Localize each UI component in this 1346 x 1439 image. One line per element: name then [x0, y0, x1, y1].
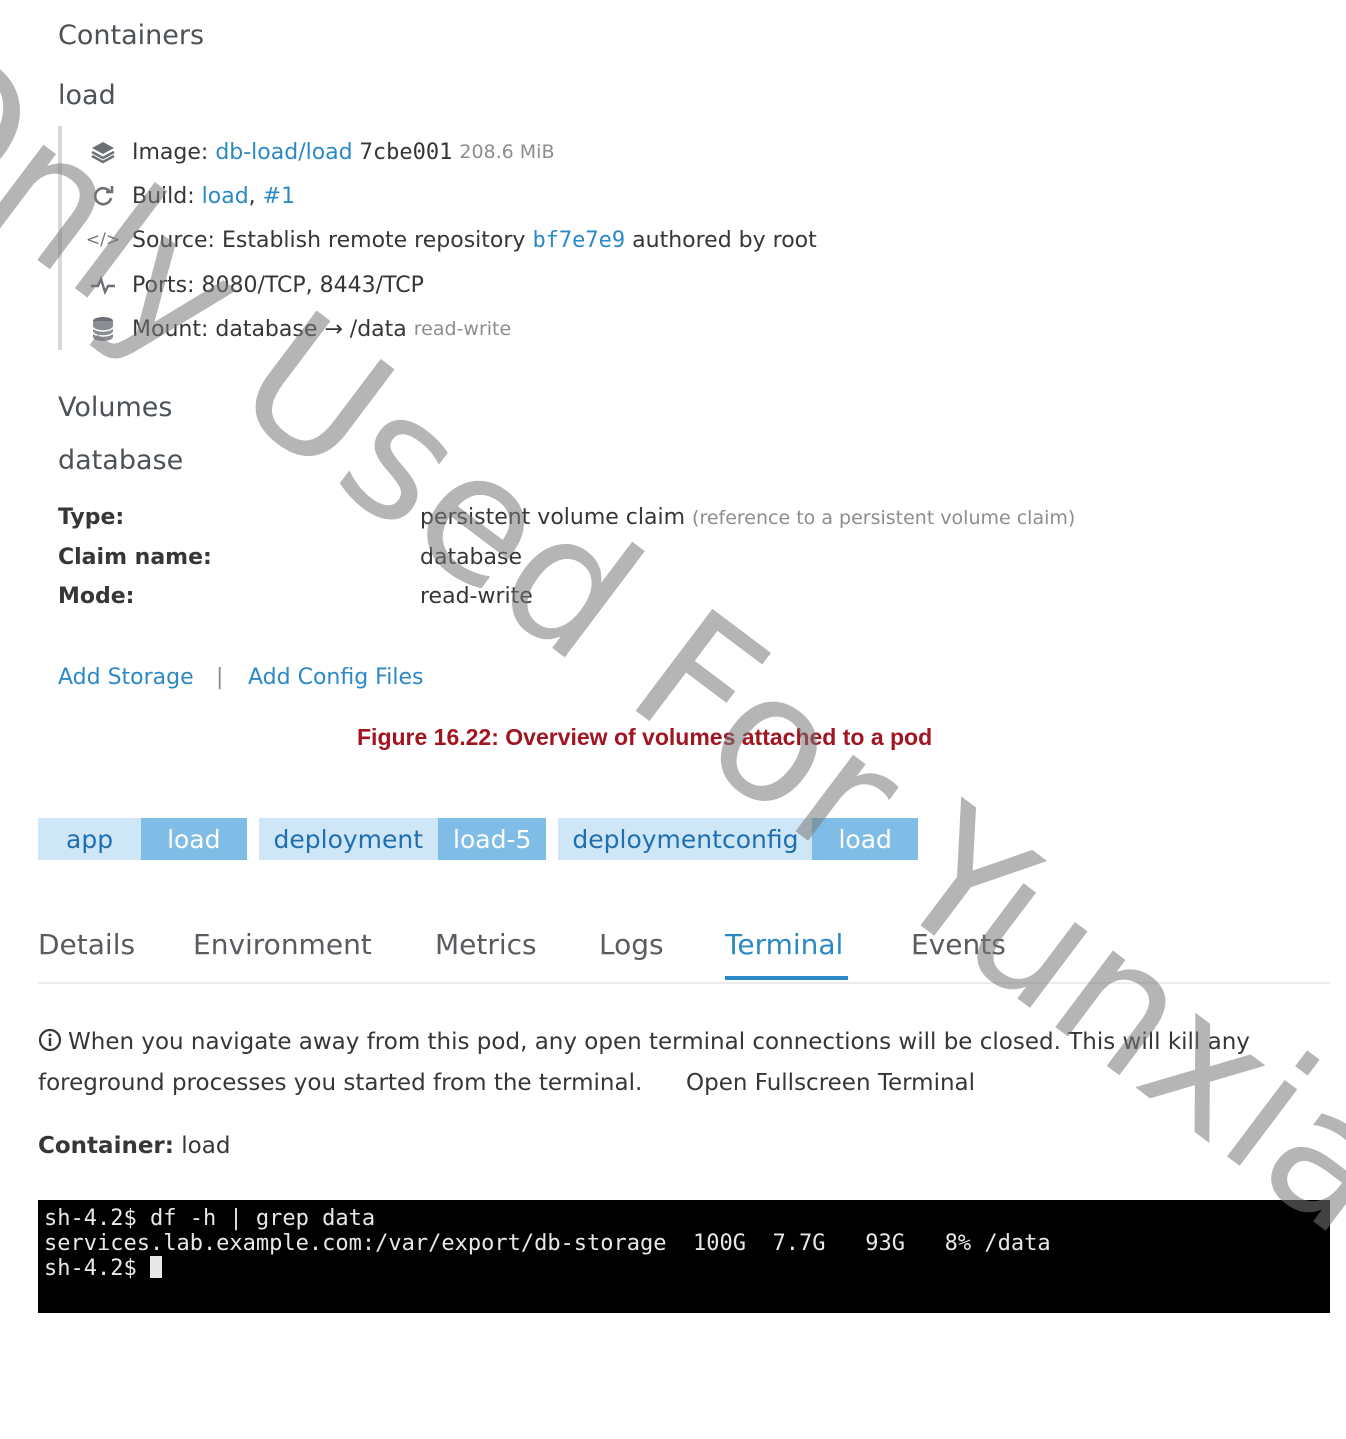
source-row: </> Source: Establish remote repository … — [85, 225, 817, 255]
ports-value: 8080/TCP, 8443/TCP — [201, 272, 424, 298]
ports-row: Ports: 8080/TCP, 8443/TCP — [88, 270, 424, 300]
label-key: deployment — [258, 818, 439, 860]
label-deployment[interactable]: deployment load-5 — [258, 818, 547, 860]
image-size: 208.6 MiB — [459, 141, 555, 163]
container-select-value[interactable]: load — [181, 1133, 230, 1159]
build-separator: , — [248, 183, 256, 209]
mount-row: Mount: database → /data read-write — [88, 314, 511, 344]
terminal-line: sh-4.2$ df -h | grep data — [44, 1206, 376, 1231]
claim-name-link[interactable]: database — [420, 545, 522, 570]
tab-environment[interactable]: Environment — [193, 928, 372, 961]
ports-label: Ports: — [132, 272, 195, 298]
pod-labels: app load deployment load-5 deploymentcon… — [38, 818, 918, 860]
notice-line-2: foreground processes you started from th… — [38, 1070, 643, 1096]
add-config-files-link[interactable]: Add Config Files — [248, 665, 423, 690]
label-value: load-5 — [438, 818, 547, 860]
label-value: load — [141, 818, 247, 860]
refresh-icon — [88, 184, 118, 208]
label-value: load — [812, 818, 918, 860]
claim-name-label: Claim name: — [58, 545, 212, 570]
tab-details[interactable]: Details — [38, 928, 135, 961]
layers-icon — [88, 140, 118, 164]
container-selector[interactable]: Container: load — [38, 1133, 230, 1159]
terminal-console[interactable]: sh-4.2$ df -h | grep data services.lab.e… — [38, 1200, 1330, 1313]
build-row: Build: load , #1 — [88, 181, 295, 211]
mode-value: read-write — [420, 584, 533, 609]
build-number-link[interactable]: #1 — [263, 184, 295, 209]
label-key: app — [38, 818, 142, 860]
terminal-prompt: sh-4.2$ — [44, 1256, 150, 1281]
mount-label: Mount: — [132, 316, 209, 342]
add-storage-link[interactable]: Add Storage — [58, 665, 194, 690]
terminal-cursor — [149, 1256, 162, 1278]
container-name: load — [58, 80, 116, 111]
source-author: authored by root — [632, 227, 817, 253]
code-icon: </> — [85, 230, 121, 250]
volumes-heading: Volumes — [58, 392, 173, 423]
label-key: deploymentconfig — [558, 818, 813, 860]
pulse-icon — [88, 275, 118, 295]
figure-caption: Figure 16.22: Overview of volumes attach… — [357, 724, 933, 750]
volume-name: database — [58, 445, 184, 476]
mount-value: database → /data — [215, 316, 407, 342]
mount-mode: read-write — [413, 318, 512, 340]
info-icon — [38, 1028, 62, 1058]
tab-metrics[interactable]: Metrics — [435, 928, 537, 961]
label-deploymentconfig[interactable]: deploymentconfig load — [558, 818, 918, 860]
container-details: Image: db-load/load 7cbe001 208.6 MiB Bu… — [58, 126, 902, 350]
terminal-prompt-line: sh-4.2$ — [44, 1256, 162, 1281]
pod-tabs: Details Environment Metrics Logs Termina… — [38, 920, 1330, 984]
image-hash: 7cbe001 — [359, 139, 453, 165]
type-text: persistent volume claim — [420, 505, 686, 530]
type-note: (reference to a persistent volume claim) — [692, 507, 1076, 529]
mode-label: Mode: — [58, 584, 135, 609]
image-link[interactable]: db-load/load — [215, 140, 352, 165]
image-row: Image: db-load/load 7cbe001 208.6 MiB — [88, 137, 555, 167]
terminal-line: services.lab.example.com:/var/export/db-… — [44, 1231, 1051, 1256]
open-fullscreen-terminal-link[interactable]: Open Fullscreen Terminal — [686, 1070, 975, 1096]
tab-logs[interactable]: Logs — [599, 928, 664, 961]
tab-terminal[interactable]: Terminal — [725, 928, 843, 961]
commit-link[interactable]: bf7e7e9 — [532, 228, 625, 253]
terminal-notice: When you navigate away from this pod, an… — [38, 1028, 1250, 1058]
tab-events[interactable]: Events — [911, 928, 1006, 961]
actions-separator: | — [216, 665, 224, 690]
label-app[interactable]: app load — [38, 818, 247, 860]
container-select-label: Container: — [38, 1133, 174, 1159]
active-tab-indicator — [725, 976, 848, 980]
type-value: persistent volume claim (reference to a … — [420, 505, 1075, 530]
build-label: Build: — [132, 183, 195, 209]
containers-heading: Containers — [58, 20, 205, 51]
build-link[interactable]: load — [202, 184, 249, 209]
notice-line-1: When you navigate away from this pod, an… — [68, 1029, 1250, 1055]
database-icon — [88, 316, 118, 342]
source-message: Establish remote repository — [221, 227, 526, 253]
type-label: Type: — [58, 505, 125, 530]
image-label: Image: — [132, 139, 209, 165]
source-label: Source: — [132, 227, 215, 253]
